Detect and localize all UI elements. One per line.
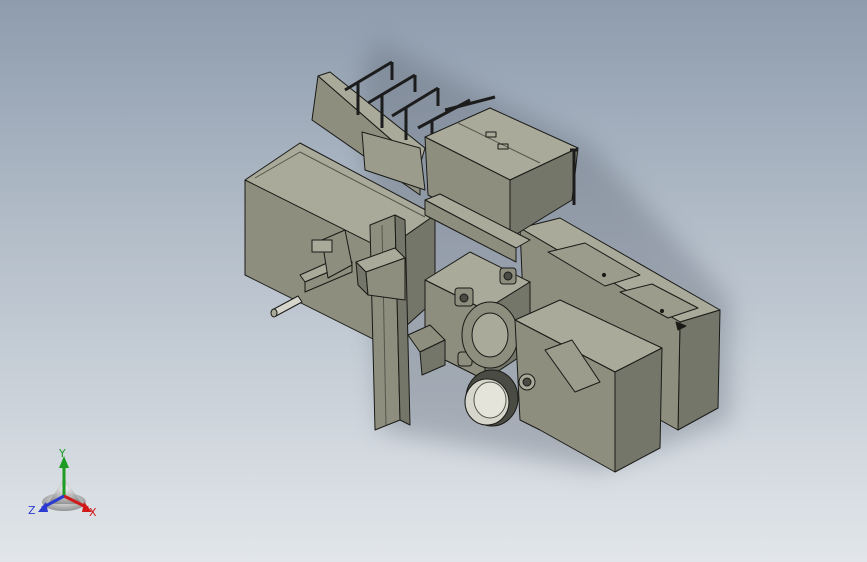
graphics-viewport[interactable]: Y X Z — [0, 0, 867, 562]
y-axis-label: Y — [59, 447, 66, 460]
round-coupling[interactable] — [464, 369, 519, 427]
z-axis-label: Z — [28, 504, 36, 517]
machine-assembly-model[interactable] — [0, 0, 867, 562]
x-axis-label: X — [89, 506, 97, 519]
orientation-triad[interactable]: Y X Z — [24, 446, 104, 526]
pin-shaft — [270, 295, 303, 318]
